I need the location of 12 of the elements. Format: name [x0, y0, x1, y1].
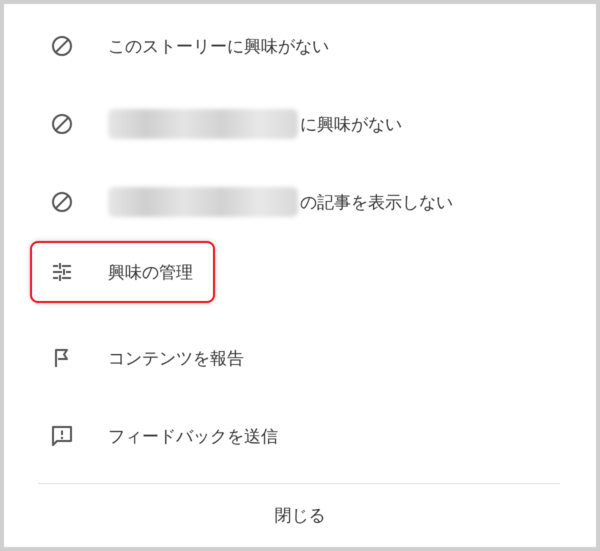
block-icon [50, 34, 74, 58]
feedback-icon [50, 424, 74, 448]
menu-item[interactable]: コンテンツを報告 [30, 327, 266, 389]
menu-item[interactable]: フィードバックを送信 [30, 405, 300, 467]
menu-item[interactable]: このストーリーに興味がない [30, 15, 351, 77]
block-icon [50, 190, 74, 214]
sliders-icon [50, 260, 74, 284]
block-icon [50, 112, 74, 136]
menu-item[interactable]: の記事を表示しない [30, 171, 475, 233]
menu-item[interactable]: に興味がない [30, 93, 424, 155]
menu-item[interactable]: 興味の管理 [30, 241, 215, 303]
close-button[interactable]: 閉じる [264, 500, 336, 531]
